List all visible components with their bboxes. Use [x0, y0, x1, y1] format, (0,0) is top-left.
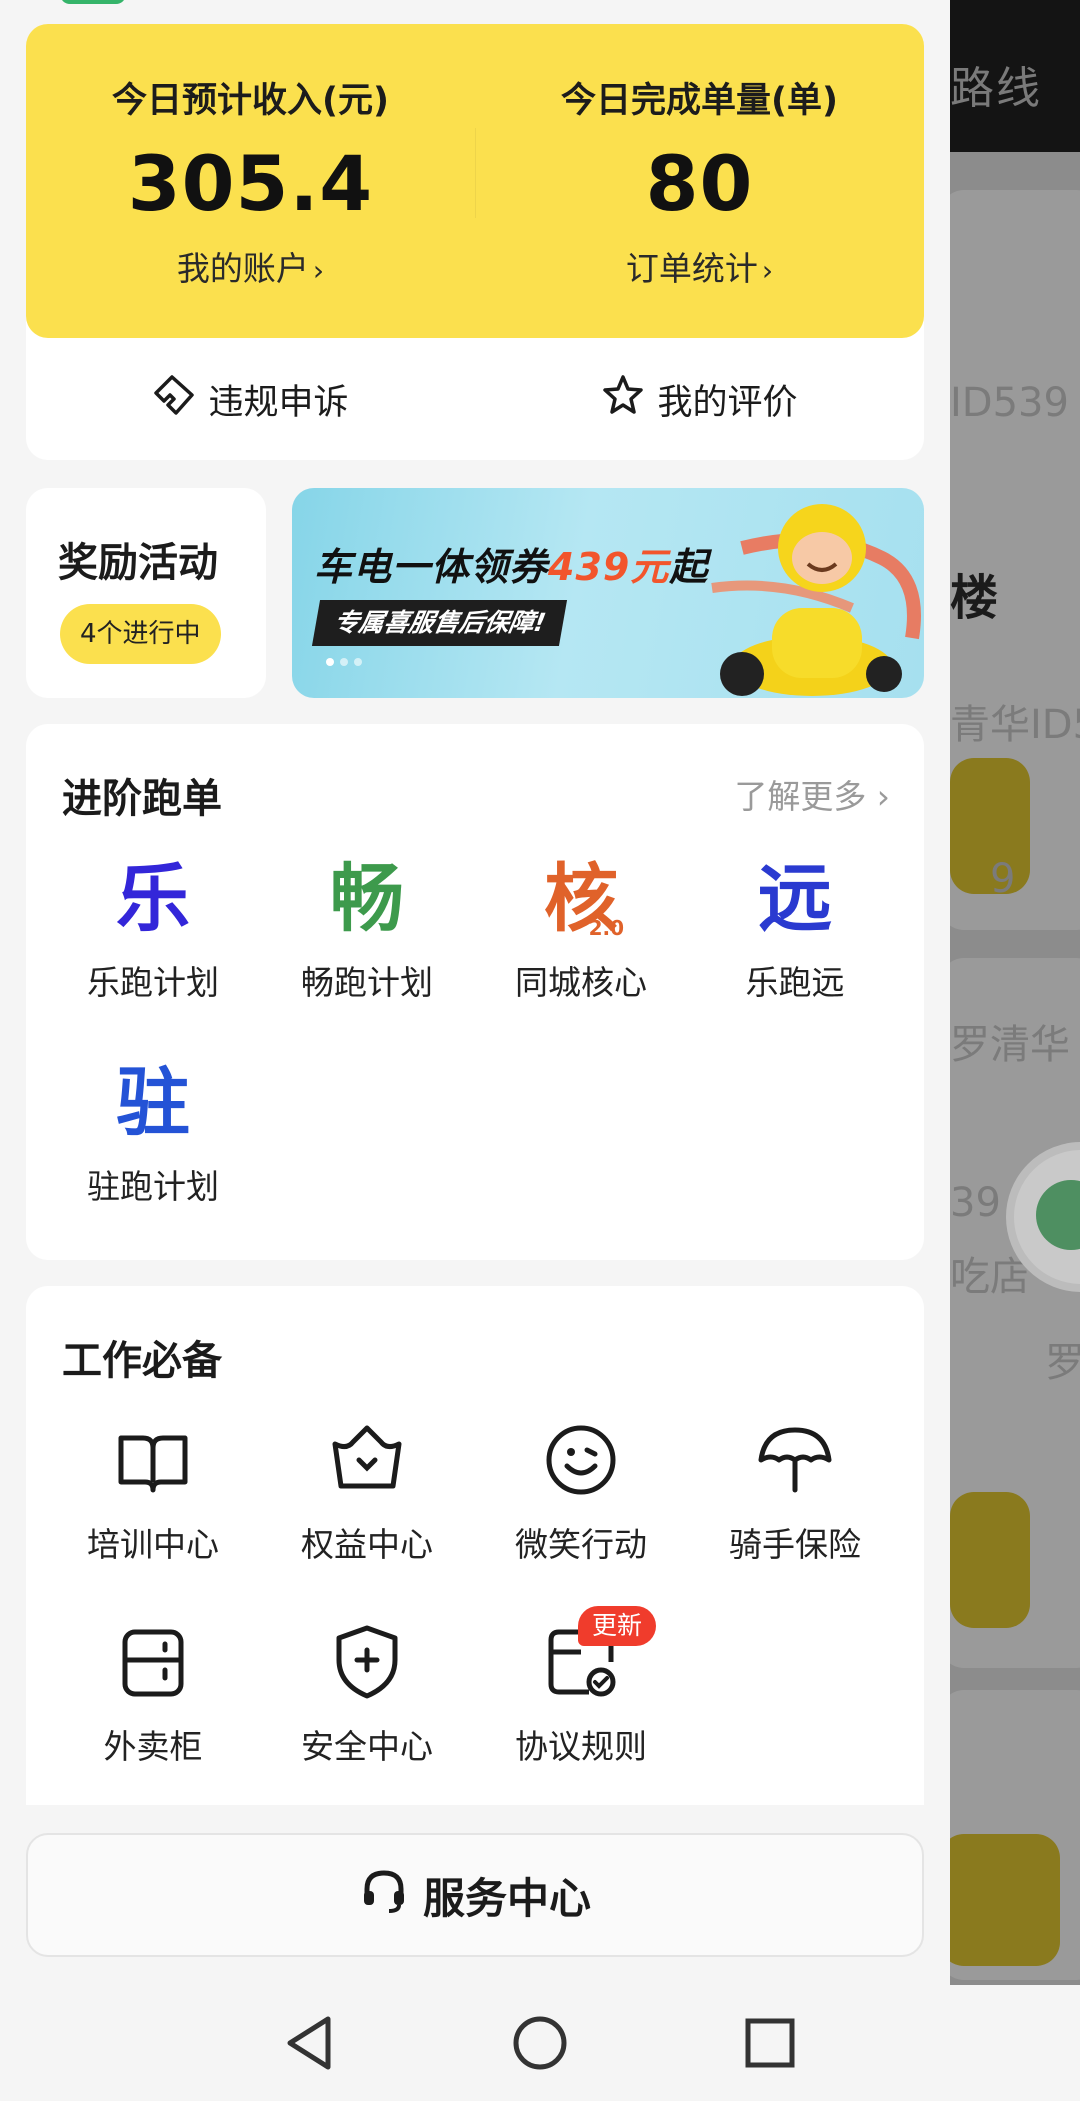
orders-value: 80 — [645, 139, 754, 228]
tool-label: 安全中心 — [301, 1727, 433, 1766]
background-topbar: 路线 — [950, 0, 1080, 152]
chevron-right-icon: › — [761, 254, 774, 287]
status-tab — [60, 0, 126, 4]
back-icon[interactable] — [278, 2011, 342, 2075]
background-text: 楼 — [950, 570, 999, 626]
chevron-right-icon: › — [312, 254, 325, 287]
my-account-link[interactable]: 我的账户 › — [26, 242, 475, 290]
crown-icon — [327, 1420, 407, 1500]
umbrella-icon — [755, 1420, 835, 1500]
reward-count-badge: 4个进行中 — [60, 604, 221, 664]
plan-city-core-icon: 核 2.0 — [544, 856, 624, 942]
my-reviews-label: 我的评价 — [657, 382, 798, 423]
plan-lepao[interactable]: 乐 乐跑计划 — [46, 854, 260, 1004]
background-text: 9 — [990, 856, 1016, 902]
background-yellow-button — [950, 1492, 1030, 1628]
tool-label: 微笑行动 — [515, 1525, 647, 1564]
background-text: 39 — [950, 1180, 1001, 1226]
home-icon[interactable] — [508, 2011, 572, 2075]
book-icon — [113, 1420, 193, 1500]
appeal-button[interactable]: 违规申诉 — [26, 338, 475, 460]
plan-lepao-icon: 乐 — [116, 856, 190, 942]
update-badge: 更新 — [578, 1606, 656, 1646]
income-today-block[interactable]: 今日预计收入(元) 305.4 我的账户 › — [26, 24, 475, 338]
smile-icon — [541, 1420, 621, 1500]
locker-button[interactable]: 外卖柜 — [46, 1622, 260, 1768]
plan-city-core[interactable]: 核 2.0 同城核心 — [474, 854, 688, 1004]
reward-activities-card[interactable]: 奖励活动 4个进行中 — [26, 488, 266, 698]
learn-more-link[interactable]: 了解更多 › — [734, 770, 890, 818]
plan-zhupao-icon: 驻 — [116, 1060, 190, 1146]
advanced-title: 进阶跑单 — [62, 776, 222, 822]
appeal-label: 违规申诉 — [208, 382, 349, 423]
income-label: 今日预计收入(元) — [112, 81, 389, 121]
recents-icon[interactable] — [738, 2011, 802, 2075]
tool-label: 外卖柜 — [103, 1727, 203, 1766]
rider-insurance-button[interactable]: 骑手保险 — [688, 1420, 902, 1566]
banner-subtitle: 专属喜服售后保障! — [311, 600, 568, 646]
benefits-center-button[interactable]: 权益中心 — [260, 1420, 474, 1566]
safety-center-button[interactable]: 安全中心 — [260, 1622, 474, 1768]
orders-label: 今日完成单量(单) — [561, 81, 838, 121]
plan-label: 乐跑计划 — [87, 963, 219, 1002]
service-center-button[interactable]: 服务中心 — [26, 1833, 924, 1957]
background-text: 罗清华 — [950, 1022, 1070, 1068]
background-yellow-button — [940, 1834, 1060, 1966]
star-icon — [601, 373, 657, 426]
reward-title: 奖励活动 — [58, 540, 218, 586]
banner-pager — [326, 658, 362, 666]
promo-banner[interactable]: 车电一体领券439元起 专属喜服售后保障! — [292, 488, 924, 698]
plan-changpao-icon: 畅 — [330, 856, 404, 942]
background-text: 青华ID5 — [950, 702, 1080, 748]
shield-icon — [327, 1622, 407, 1702]
training-center-button[interactable]: 培训中心 — [46, 1420, 260, 1566]
my-reviews-button[interactable]: 我的评价 — [475, 338, 924, 460]
headset-icon — [359, 1865, 423, 1925]
plan-label: 同城核心 — [515, 963, 647, 1002]
orders-today-block[interactable]: 今日完成单量(单) 80 订单统计 › — [475, 24, 924, 338]
advanced-running-card: 进阶跑单 了解更多 › 乐 乐跑计划 畅 畅跑计划 核 2.0 同城核心 远 乐跑… — [26, 724, 924, 1260]
background-route-label: 路线 — [950, 63, 1042, 114]
plan-label: 畅跑计划 — [301, 963, 433, 1002]
side-drawer: 今日预计收入(元) 305.4 我的账户 › 今日完成单量(单) 80 订单统计 ›… — [0, 0, 950, 1985]
appeal-icon — [152, 373, 208, 426]
income-value: 305.4 — [127, 139, 374, 228]
background-text: 罗清 — [1045, 1340, 1080, 1386]
plan-lepao-far[interactable]: 远 乐跑远 — [688, 854, 902, 1004]
work-title: 工作必备 — [62, 1338, 222, 1384]
service-bar: 服务中心 — [0, 1805, 950, 1985]
plan-label: 驻跑计划 — [87, 1167, 219, 1206]
tool-label: 协议规则 — [515, 1727, 647, 1766]
smile-action-button[interactable]: 微笑行动 — [474, 1420, 688, 1566]
system-nav-bar — [0, 1985, 1080, 2101]
plan-label: 乐跑远 — [745, 963, 845, 1002]
service-center-label: 服务中心 — [422, 1873, 591, 1923]
tool-label: 培训中心 — [87, 1525, 219, 1564]
work-essentials-card: 工作必备 培训中心 权益中心 微笑行动 骑手保险 外卖柜 安全中心 协议规则 — [26, 1286, 924, 1826]
plan-lepao-far-icon: 远 — [758, 856, 832, 942]
tool-label: 骑手保险 — [729, 1525, 861, 1564]
plan-changpao[interactable]: 畅 畅跑计划 — [260, 854, 474, 1004]
rider-illustration — [711, 504, 921, 696]
income-card: 今日预计收入(元) 305.4 我的账户 › 今日完成单量(单) 80 订单统计 ›… — [26, 24, 924, 460]
wechat-icon — [1036, 1180, 1080, 1250]
plan-zhupao[interactable]: 驻 驻跑计划 — [46, 1058, 260, 1208]
income-summary: 今日预计收入(元) 305.4 我的账户 › 今日完成单量(单) 80 订单统计 › — [26, 24, 924, 338]
locker-icon — [113, 1622, 193, 1702]
tool-label: 权益中心 — [301, 1525, 433, 1564]
background-text: ID539 — [950, 380, 1069, 426]
order-stats-link[interactable]: 订单统计 › — [475, 242, 924, 290]
